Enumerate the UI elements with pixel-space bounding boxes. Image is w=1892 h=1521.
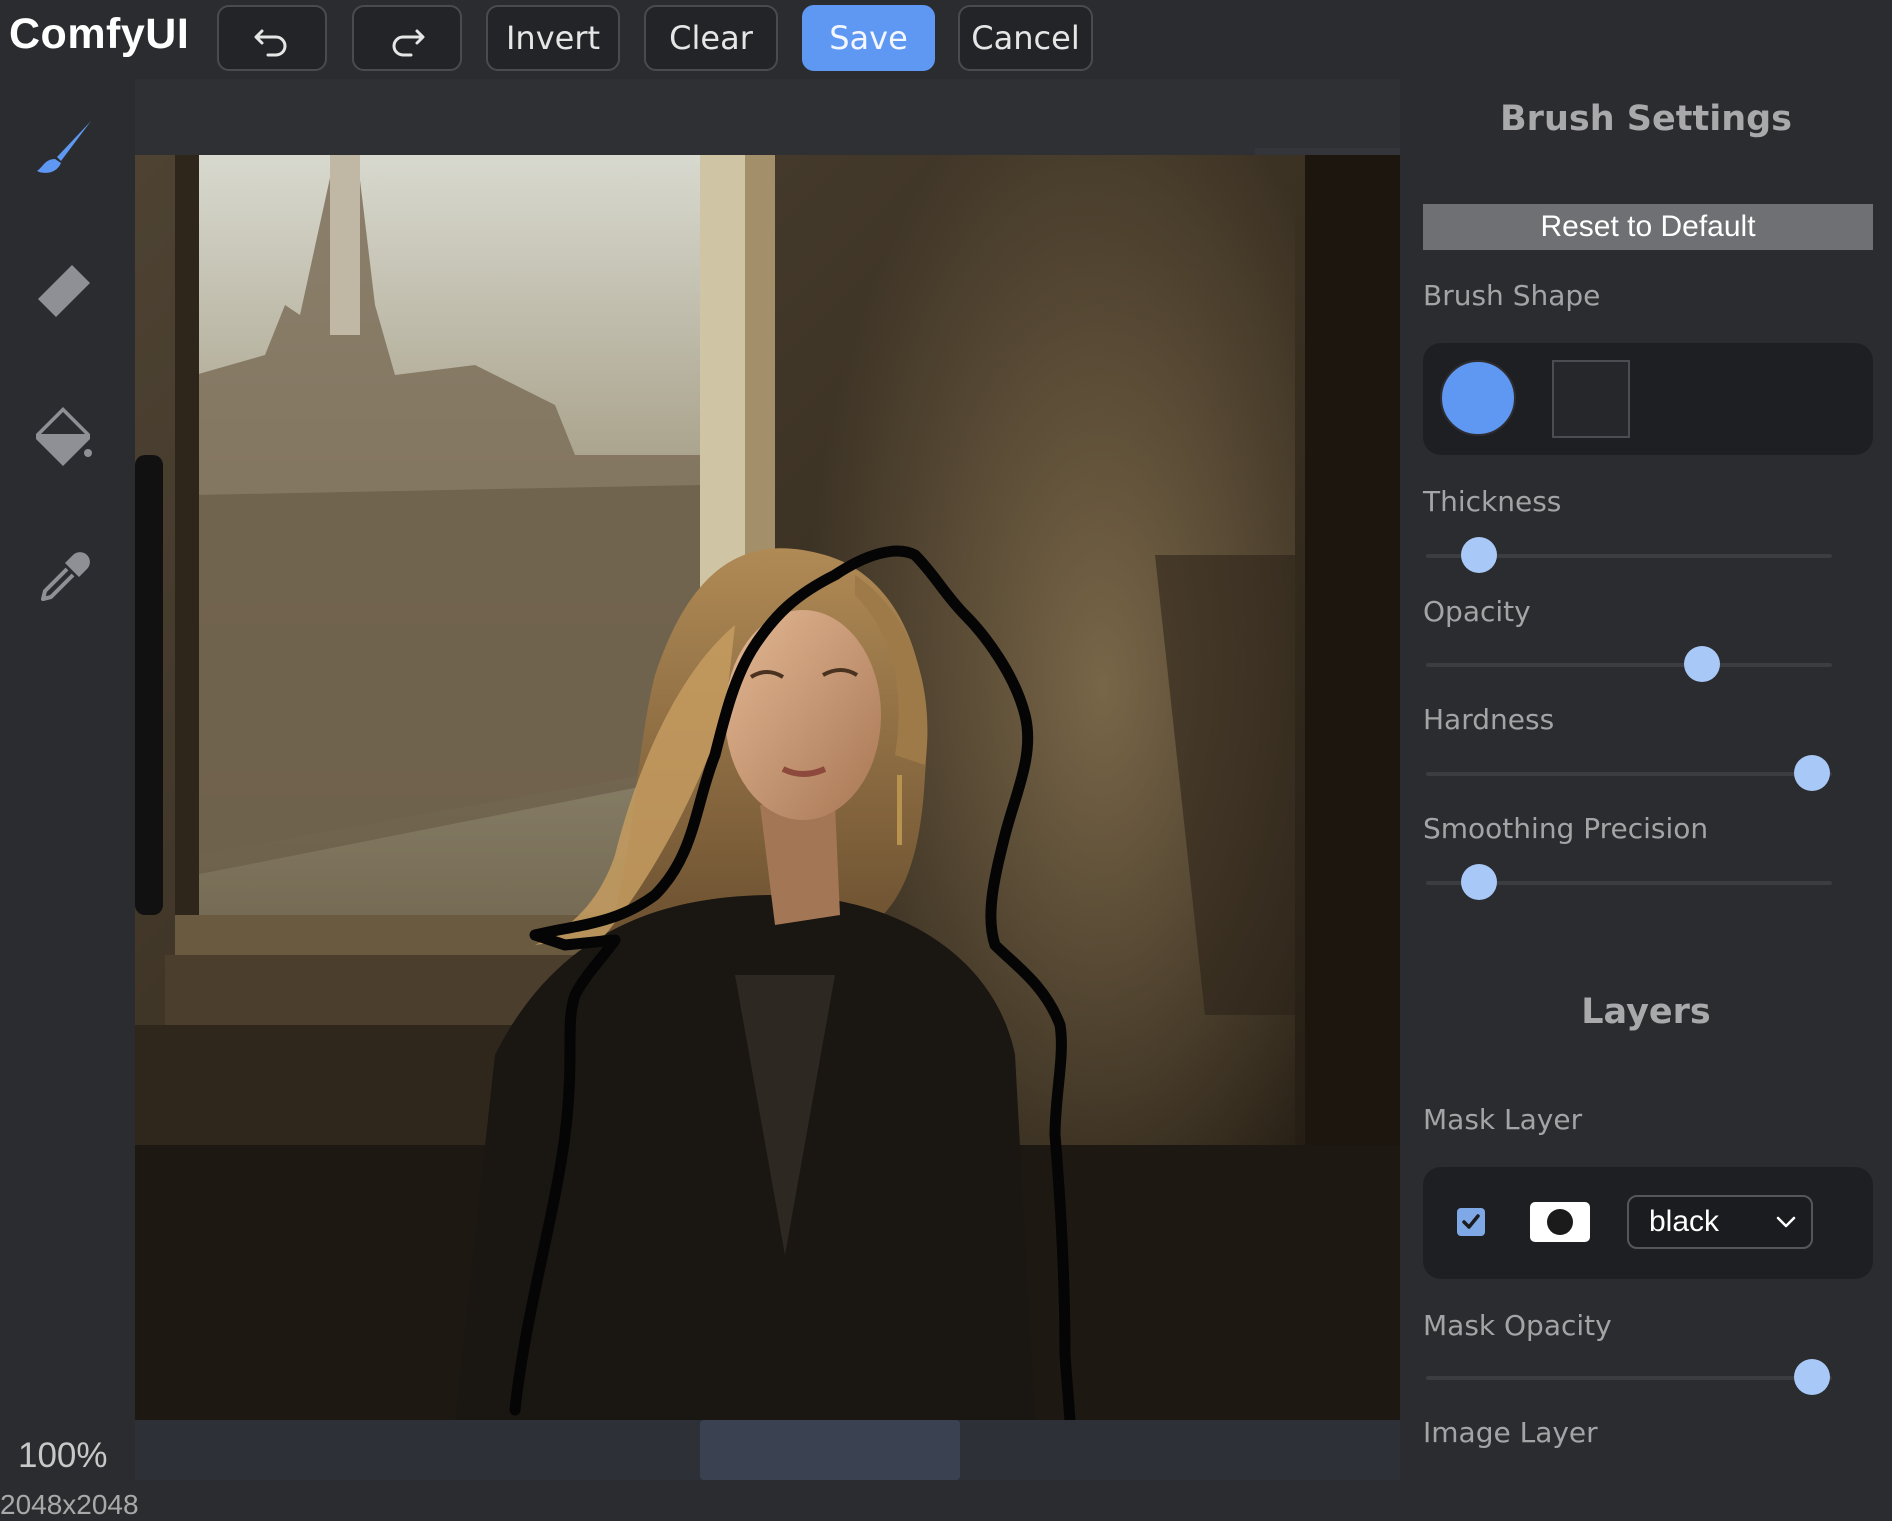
layers-title: Layers: [1581, 992, 1711, 1032]
paint-bucket-tool[interactable]: [28, 401, 98, 471]
checkmark-icon: [1462, 1214, 1480, 1229]
mask-layer-row: black: [1423, 1167, 1873, 1279]
mask-opacity-slider[interactable]: [1426, 1359, 1832, 1395]
top-toolbar: ComfyUI Invert Clear Save Cancel: [0, 0, 1892, 79]
mask-canvas-image[interactable]: [135, 155, 1400, 1420]
reset-to-default-button[interactable]: Reset to Default: [1423, 204, 1873, 250]
smoothing-slider-thumb[interactable]: [1460, 864, 1497, 900]
mask-layer-label: Mask Layer: [1423, 1103, 1583, 1136]
invert-button[interactable]: Invert: [486, 5, 620, 71]
chevron-down-icon: [1776, 1216, 1796, 1228]
thickness-label: Thickness: [1423, 485, 1562, 518]
app-logo: ComfyUI: [9, 10, 190, 58]
hardness-slider-thumb[interactable]: [1793, 755, 1830, 791]
color-picker-tool[interactable]: [28, 544, 98, 614]
mask-preview-icon: [1530, 1202, 1590, 1242]
save-button[interactable]: Save: [802, 5, 935, 71]
circle-shape-option[interactable]: [1440, 360, 1516, 436]
zoom-level: 100%: [18, 1436, 108, 1475]
thickness-slider[interactable]: [1426, 537, 1832, 573]
paintbrush-icon: [37, 121, 91, 173]
clear-button[interactable]: Clear: [644, 5, 778, 71]
brush-shape-label: Brush Shape: [1423, 279, 1601, 312]
opacity-label: Opacity: [1423, 595, 1531, 628]
brush-settings-title: Brush Settings: [1500, 99, 1792, 139]
mask-opacity-slider-thumb[interactable]: [1793, 1359, 1830, 1395]
image-dimensions: 2048x2048: [0, 1489, 139, 1520]
settings-panel: Brush Settings Reset to Default Brush Sh…: [1400, 79, 1892, 1480]
image-layer-label: Image Layer: [1423, 1416, 1598, 1449]
undo-arrow-icon: [254, 29, 287, 57]
canvas-scroll-indicator: [700, 1420, 960, 1480]
opacity-slider[interactable]: [1426, 646, 1832, 682]
cancel-button[interactable]: Cancel: [958, 5, 1093, 71]
smoothing-precision-label: Smoothing Precision: [1423, 812, 1709, 845]
brush-tool[interactable]: [28, 114, 98, 184]
mask-opacity-label: Mask Opacity: [1423, 1309, 1612, 1342]
mask-layer-visibility-checkbox[interactable]: [1457, 1208, 1485, 1236]
undo-button[interactable]: [217, 5, 327, 71]
redo-arrow-icon: [392, 29, 425, 57]
hardness-slider[interactable]: [1426, 755, 1832, 791]
eraser-tool[interactable]: [28, 257, 98, 327]
mask-color-value: black: [1649, 1205, 1720, 1238]
eraser-icon: [38, 265, 90, 317]
brush-shape-selector: [1423, 343, 1873, 455]
mask-color-select[interactable]: black: [1627, 1195, 1813, 1249]
photo-illustration: [135, 155, 1400, 1420]
tool-sidebar: 100% 2048x2048: [0, 79, 139, 1520]
smoothing-precision-slider[interactable]: [1426, 864, 1832, 900]
hardness-label: Hardness: [1423, 703, 1555, 736]
paint-bucket-icon: [36, 407, 92, 466]
opacity-slider-thumb[interactable]: [1684, 646, 1721, 682]
thickness-slider-thumb[interactable]: [1460, 537, 1497, 573]
eyedropper-icon: [41, 552, 90, 601]
redo-button[interactable]: [352, 5, 462, 71]
square-shape-option[interactable]: [1552, 360, 1630, 438]
